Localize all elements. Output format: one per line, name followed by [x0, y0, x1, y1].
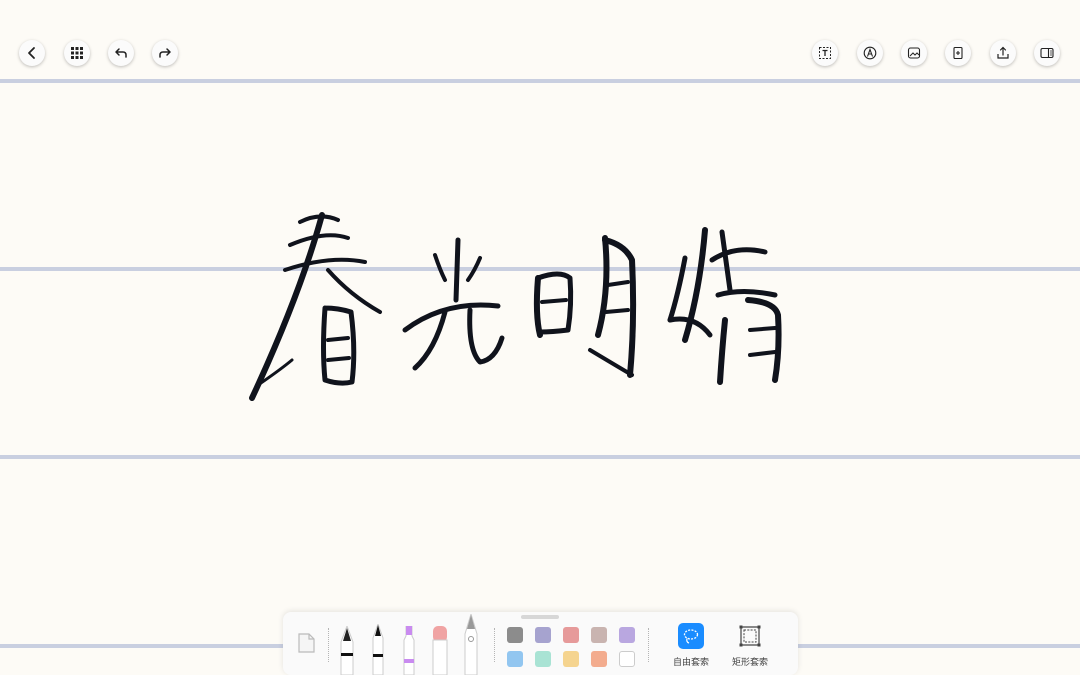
grid-icon [71, 47, 83, 59]
highlighter-icon [403, 625, 415, 675]
sidebar-button[interactable] [1034, 40, 1060, 66]
grid-button[interactable] [64, 40, 90, 66]
color-swatch[interactable] [563, 627, 579, 643]
eraser-page-icon [298, 633, 315, 653]
drawing-toolbar: 自由套索 矩形套索 [283, 612, 798, 675]
eraser-icon [432, 626, 448, 675]
rect-lasso-label: 矩形套索 [731, 658, 768, 668]
color-swatch[interactable] [535, 651, 551, 667]
note-page: 自由套索 矩形套索 [0, 0, 1080, 675]
toolbar-divider [494, 628, 495, 662]
color-swatch[interactable] [591, 651, 607, 667]
ruled-line [0, 455, 1080, 459]
highlighter-tool[interactable] [400, 625, 418, 675]
rectangle-select-icon [739, 625, 761, 647]
back-button[interactable] [19, 40, 45, 66]
color-swatch[interactable] [619, 651, 635, 667]
pen-circle-icon [863, 46, 877, 60]
pencil-icon [464, 612, 478, 675]
share-icon [997, 46, 1009, 59]
eraser-tool[interactable] [431, 626, 449, 675]
add-page-button[interactable] [945, 40, 971, 66]
undo-icon [115, 48, 127, 58]
free-lasso-button[interactable] [678, 623, 704, 649]
handwritten-calligraphy [249, 212, 782, 401]
color-swatch[interactable] [507, 627, 523, 643]
image-button[interactable] [901, 40, 927, 66]
lasso-icon [683, 629, 699, 644]
marker-icon [372, 622, 384, 675]
text-box-button[interactable] [812, 40, 838, 66]
color-swatch[interactable] [535, 627, 551, 643]
image-icon [907, 47, 921, 59]
text-box-icon [819, 47, 831, 59]
toolbar-divider [328, 628, 329, 662]
color-swatch[interactable] [591, 627, 607, 643]
rect-lasso-button[interactable] [737, 623, 763, 649]
toolbar-divider [648, 628, 649, 662]
back-icon [28, 47, 35, 59]
pencil-tool[interactable] [462, 612, 480, 675]
pen-tool-button[interactable] [857, 40, 883, 66]
color-swatch[interactable] [507, 651, 523, 667]
toolbar-drag-handle[interactable] [521, 615, 559, 619]
color-swatch[interactable] [563, 651, 579, 667]
page-tool-button[interactable] [295, 632, 317, 658]
sidebar-icon [1040, 47, 1054, 59]
redo-icon [159, 48, 171, 58]
marker-tool[interactable] [369, 622, 387, 675]
free-lasso-label: 自由套索 [672, 658, 709, 668]
fountain-pen-icon [340, 624, 354, 675]
add-page-icon [953, 46, 963, 60]
share-button[interactable] [990, 40, 1016, 66]
fountain-pen-tool[interactable] [338, 624, 356, 675]
color-swatch[interactable] [619, 627, 635, 643]
undo-button[interactable] [108, 40, 134, 66]
redo-button[interactable] [152, 40, 178, 66]
ruled-line [0, 79, 1080, 83]
